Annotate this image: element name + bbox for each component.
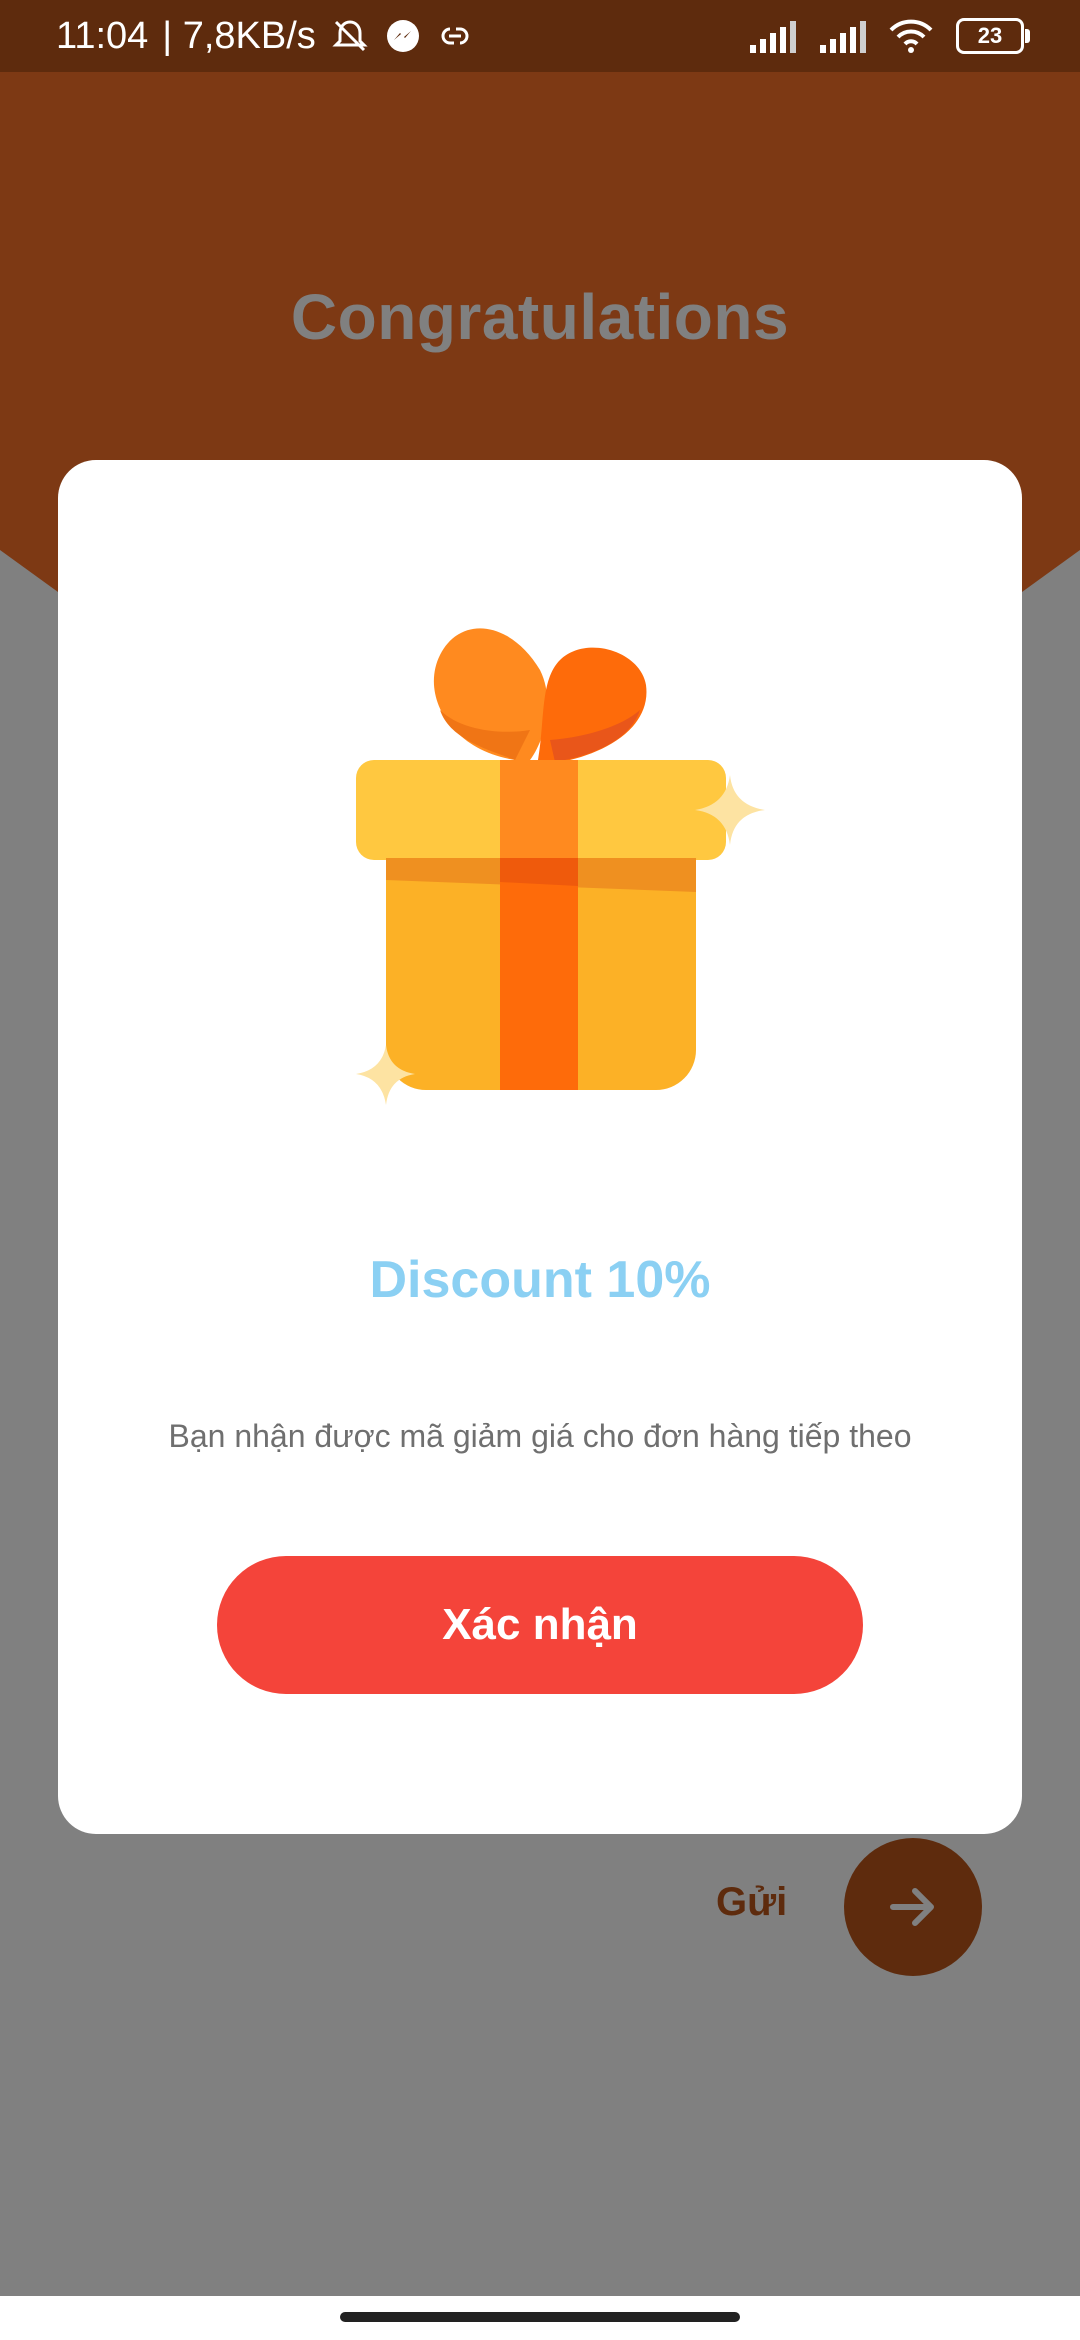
- signal-icon: [748, 19, 796, 53]
- signal-icon: [818, 19, 866, 53]
- home-indicator[interactable]: [340, 2312, 740, 2322]
- page-title: Congratulations: [290, 281, 790, 353]
- send-label: Gửi: [716, 1880, 788, 1924]
- mute-bell-icon: [330, 16, 370, 56]
- link-icon: [436, 17, 474, 55]
- status-time: 11:04: [56, 14, 149, 57]
- confirm-button[interactable]: Xác nhận: [217, 1556, 863, 1694]
- network-speed: | 7,8KB/s: [162, 14, 316, 57]
- discount-message: Bạn nhận được mã giảm giá cho đơn hàng t…: [168, 1418, 912, 1454]
- wifi-icon: [888, 18, 934, 54]
- discount-title: Discount 10%: [369, 1251, 711, 1309]
- arrow-right-icon: [890, 1888, 934, 1926]
- messenger-icon: [384, 17, 422, 55]
- gift-box-icon: [356, 628, 765, 1105]
- battery-indicator: 23: [956, 18, 1030, 54]
- status-bar: 11:04 | 7,8KB/s 23: [0, 0, 1080, 72]
- send-button[interactable]: [844, 1838, 982, 1976]
